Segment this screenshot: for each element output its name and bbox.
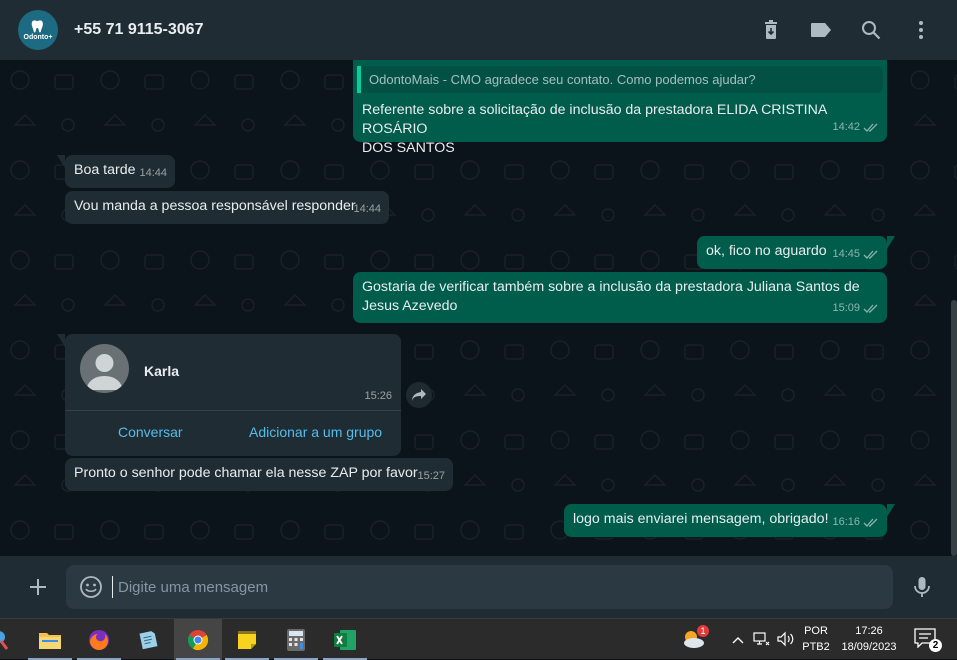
plus-icon <box>30 579 46 595</box>
double-check-icon <box>863 250 878 259</box>
chat-area[interactable]: OdontoMais - CMO agradece seu contato. C… <box>0 60 957 556</box>
message-meta: 14:45 <box>832 245 879 264</box>
windows-taskbar: 1 POR PTB2 17:26 18/09/2023 2 <box>0 618 957 660</box>
message-text: Pronto o senhor pode chamar ela nesse ZA… <box>74 465 418 481</box>
contact-avatar[interactable]: Odonto+ <box>18 10 58 50</box>
taskbar-app-paint[interactable] <box>0 619 16 660</box>
message-time: 14:44 <box>139 167 167 179</box>
message-time: 14:44 <box>353 203 381 215</box>
voice-message-button[interactable] <box>910 575 934 599</box>
taskbar-app-notes[interactable] <box>124 619 172 660</box>
message-text: logo mais enviarei mensagem, obrigado! <box>573 511 829 527</box>
forward-icon <box>412 389 426 401</box>
paint-icon <box>0 630 9 650</box>
message-text: Boa tarde <box>74 162 136 178</box>
delete-icon[interactable] <box>759 18 783 42</box>
notification-badge: 1 <box>697 625 709 637</box>
message-time: 15:26 <box>364 390 392 402</box>
message-bubble-incoming[interactable]: Boa tarde 14:44 <box>57 155 175 188</box>
message-time: 14:42 <box>832 121 860 133</box>
message-bubble-outgoing[interactable]: logo mais enviarei mensagem, obrigado! 1… <box>564 504 895 537</box>
message-time: 16:16 <box>832 516 860 528</box>
contact-name[interactable]: +55 71 9115-3067 <box>74 21 203 39</box>
message-input-box[interactable] <box>66 565 893 609</box>
message-bubble-outgoing[interactable]: OdontoMais - CMO agradece seu contato. C… <box>353 60 887 156</box>
message-meta: 16:16 <box>832 513 879 532</box>
emoji-button[interactable] <box>79 575 103 599</box>
calculator-icon <box>287 628 305 651</box>
message-text: Referente sobre a solicitação de inclusã… <box>362 102 827 156</box>
taskbar-app-chrome[interactable] <box>174 619 222 660</box>
composer-bar <box>0 556 957 618</box>
message-input[interactable] <box>112 576 872 598</box>
message-bubble-outgoing[interactable]: ok, fico no aguardo 14:45 <box>697 236 895 269</box>
tooth-icon <box>31 20 43 33</box>
quoted-text: OdontoMais - CMO agradece seu contato. C… <box>369 72 756 87</box>
folder-icon <box>39 632 61 649</box>
chrome-icon <box>187 629 209 650</box>
firefox-icon <box>89 629 109 650</box>
keyboard-layout: PTB2 <box>802 641 830 653</box>
message-bubble-incoming[interactable]: Pronto o senhor pode chamar ela nesse ZA… <box>65 458 453 491</box>
volume-button[interactable] <box>776 631 794 652</box>
chat-scrollbar[interactable] <box>951 300 957 556</box>
clock-button[interactable]: 17:26 18/09/2023 <box>836 623 902 655</box>
add-to-group-button[interactable]: Adicionar a um grupo <box>249 424 382 440</box>
message-text: Vou manda a pessoa responsável responder <box>74 198 356 214</box>
emoji-icon <box>80 576 102 598</box>
message-time: 15:09 <box>832 302 860 314</box>
chat-contact-button[interactable]: Conversar <box>118 424 183 440</box>
forward-button[interactable] <box>406 382 432 408</box>
clock-date: 18/09/2023 <box>841 641 897 653</box>
quoted-message[interactable]: OdontoMais - CMO agradece seu contato. C… <box>357 66 883 93</box>
double-check-icon <box>863 518 878 527</box>
chevron-up-icon <box>732 637 744 644</box>
show-hidden-icons-button[interactable] <box>732 632 744 650</box>
action-center-button[interactable]: 2 <box>914 628 942 652</box>
attach-button[interactable] <box>26 575 50 599</box>
excel-icon <box>334 629 356 650</box>
network-icon <box>753 632 770 646</box>
taskbar-app-sticky-notes[interactable] <box>223 619 271 660</box>
message-time: 15:27 <box>417 470 445 482</box>
taskbar-app-excel[interactable] <box>321 619 369 660</box>
message-bubble-outgoing[interactable]: Gostaria de verificar também sobre a inc… <box>353 272 887 323</box>
message-time: 14:45 <box>832 248 860 260</box>
divider <box>65 410 401 411</box>
clock-time: 17:26 <box>855 625 883 637</box>
microphone-icon <box>914 577 930 597</box>
search-icon[interactable] <box>859 18 883 42</box>
notification-count-badge: 2 <box>929 639 942 652</box>
sticky-note-icon <box>238 630 256 649</box>
message-meta: 15:09 <box>832 299 879 318</box>
message-text: Gostaria de verificar também sobre a inc… <box>362 279 860 314</box>
language-code: POR <box>804 625 828 637</box>
double-check-icon <box>863 123 878 132</box>
label-icon[interactable] <box>809 18 833 42</box>
logo-text: Odonto+ <box>23 34 53 41</box>
contact-card-name: Karla <box>144 363 180 379</box>
chat-header: Odonto+ +55 71 9115-3067 <box>0 0 957 60</box>
taskbar-app-firefox[interactable] <box>75 619 123 660</box>
shared-contact-card[interactable]: Karla 15:26 Conversar Adicionar a um gru… <box>57 334 401 456</box>
taskbar-app-file-explorer[interactable] <box>26 619 74 660</box>
person-icon <box>86 354 123 390</box>
double-check-icon <box>863 304 878 313</box>
network-button[interactable] <box>752 631 770 652</box>
menu-icon[interactable] <box>909 18 933 42</box>
message-meta: 14:42 <box>832 118 879 137</box>
taskbar-app-calculator[interactable] <box>272 619 320 660</box>
tray-weather-app[interactable]: 1 <box>681 625 709 651</box>
message-text: ok, fico no aguardo <box>706 243 827 259</box>
speaker-icon <box>777 631 794 647</box>
input-language-button[interactable]: POR PTB2 <box>800 623 832 655</box>
contact-avatar-placeholder <box>80 344 129 393</box>
notepad-icon <box>139 630 158 649</box>
message-bubble-incoming[interactable]: Vou manda a pessoa responsável responder… <box>65 191 389 224</box>
